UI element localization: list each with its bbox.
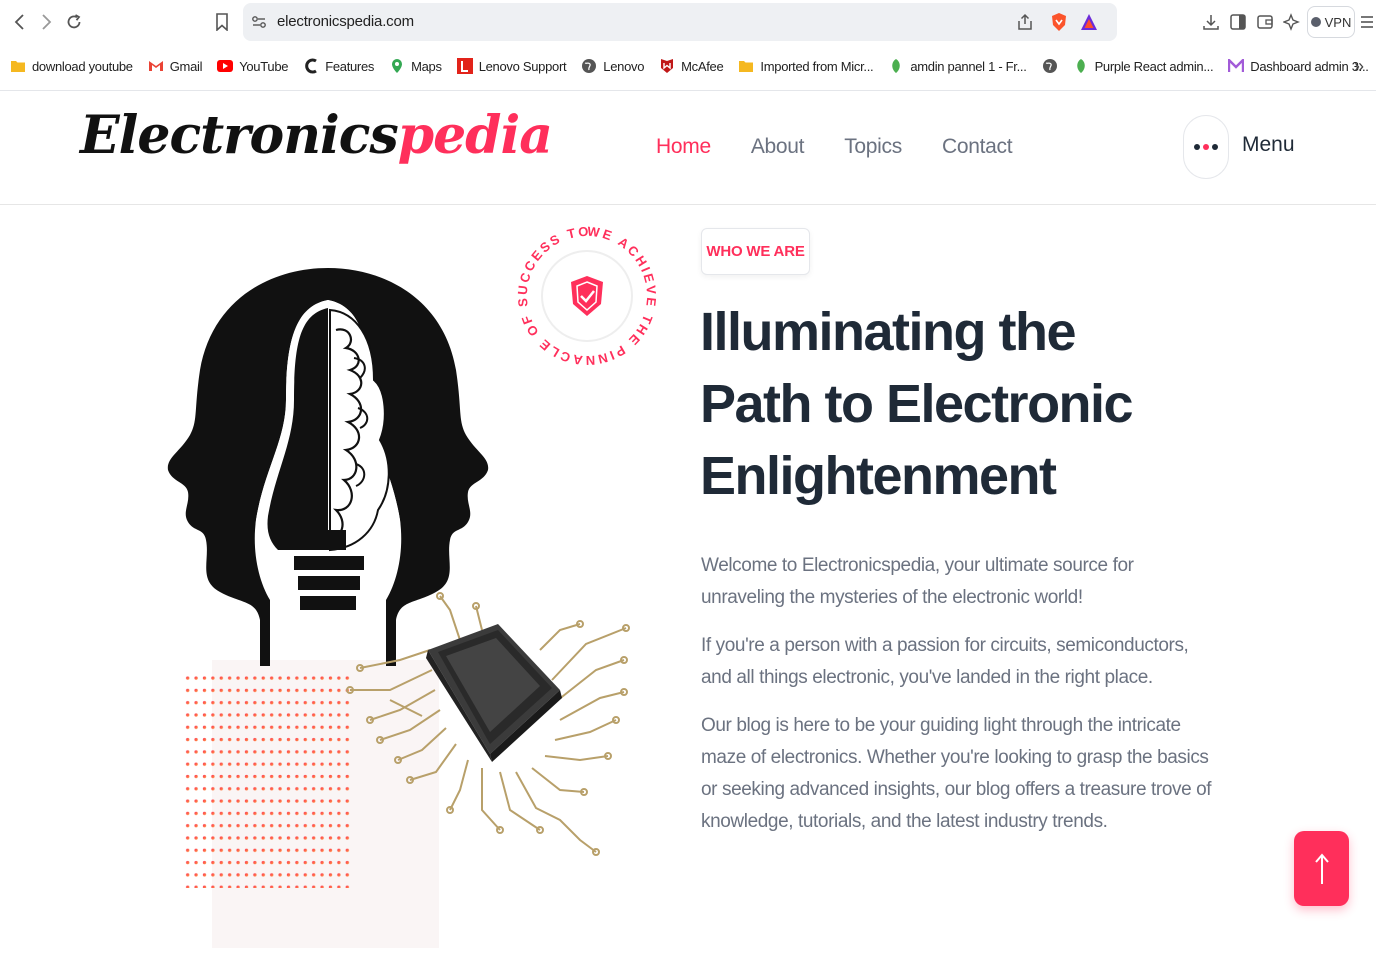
youtube-icon — [217, 58, 234, 74]
leaf-icon — [1073, 58, 1089, 74]
leaf-icon — [888, 58, 904, 74]
folder-icon — [738, 58, 754, 74]
nav-contact[interactable]: Contact — [942, 135, 1013, 159]
bookmark-item[interactable]: McAfee — [659, 58, 724, 74]
reload-icon[interactable] — [62, 10, 86, 34]
bookmark-item[interactable]: Dashboard admin 3... — [1228, 58, 1369, 74]
bookmark-item[interactable]: download youtube — [10, 58, 133, 74]
m-logo-icon — [1228, 58, 1245, 74]
bookmark-icon[interactable] — [210, 10, 234, 34]
mcafee-icon — [659, 58, 675, 74]
browser-menu-icon[interactable] — [1358, 10, 1376, 34]
menu-dot-icon — [1212, 144, 1218, 150]
bookmark-item[interactable]: YouTube — [217, 58, 288, 74]
bookmark-item[interactable]: amdin pannel 1 - Fr... — [888, 58, 1027, 74]
download-icon[interactable] — [1199, 10, 1223, 34]
hero-illustration: WE ACHIEVE THE PINNACLE OF SUCCESS TOGET… — [160, 220, 657, 948]
microchip-icon — [426, 624, 562, 762]
globe-icon — [1042, 58, 1058, 74]
share-icon[interactable] — [1015, 12, 1035, 32]
address-bar[interactable]: electronicspedia.com — [243, 3, 1117, 41]
globe-icon — [581, 58, 597, 74]
back-icon[interactable] — [8, 10, 32, 34]
bookmark-item[interactable]: Purple React admin... — [1073, 58, 1214, 74]
nav-topics[interactable]: Topics — [844, 135, 902, 159]
nav-home[interactable]: Home — [656, 135, 711, 159]
site-header: Electronicspedia Home About Topics Conta… — [0, 91, 1376, 205]
lenovo-support-icon — [456, 58, 473, 74]
menu-label[interactable]: Menu — [1242, 133, 1295, 157]
more-bookmarks-icon[interactable]: » — [1354, 56, 1364, 77]
menu-dot-icon — [1194, 144, 1200, 150]
bookmark-item[interactable]: Gmail — [148, 58, 202, 74]
brave-shield-icon[interactable] — [1049, 12, 1069, 32]
leo-ai-icon[interactable] — [1280, 10, 1304, 34]
browser-toolbar: electronicspedia.com VPN — [0, 0, 1376, 44]
gmail-icon — [148, 58, 164, 74]
intro-paragraph: Welcome to Electronicspedia, your ultima… — [701, 555, 1134, 608]
nav-about[interactable]: About — [751, 135, 805, 159]
vpn-button[interactable]: VPN — [1307, 6, 1355, 38]
forward-icon[interactable] — [34, 10, 58, 34]
menu-dots-button[interactable] — [1183, 115, 1229, 179]
blog-paragraph: Our blog is here to be your guiding ligh… — [701, 715, 1212, 832]
bookmark-item[interactable]: Maps — [389, 58, 442, 74]
bookmarks-bar: download youtube Gmail YouTube Features … — [0, 50, 1376, 82]
url-text[interactable]: electronicspedia.com — [277, 13, 414, 30]
arrow-up-icon — [1314, 852, 1329, 884]
hero-title: Illuminating the Path to Electronic Enli… — [700, 302, 1134, 506]
brave-rewards-icon[interactable] — [1079, 12, 1099, 32]
bookmark-item[interactable]: Lenovo — [581, 58, 644, 74]
site-settings-icon[interactable] — [249, 12, 269, 32]
bookmark-item[interactable]: Imported from Micr... — [738, 58, 874, 74]
main-nav: Home About Topics Contact — [656, 135, 1013, 159]
vpn-status-icon — [1310, 17, 1321, 27]
logo-text: Electronicspedia — [80, 105, 553, 166]
site-logo[interactable]: Electronicspedia — [80, 99, 553, 199]
who-we-are-badge: WHO WE ARE — [701, 228, 810, 275]
bookmark-item[interactable]: Lenovo Support — [456, 58, 567, 74]
menu-dot-icon — [1203, 144, 1209, 150]
dot-grid-pattern — [182, 676, 352, 888]
bulb-heads-icon — [167, 268, 489, 666]
passion-paragraph: If you're a person with a passion for ci… — [701, 635, 1189, 688]
vpn-label: VPN — [1324, 14, 1352, 30]
maps-icon — [389, 58, 405, 74]
bookmark-item[interactable] — [1042, 58, 1058, 74]
folder-icon — [10, 58, 26, 74]
sidebar-icon[interactable] — [1226, 10, 1250, 34]
features-icon — [303, 58, 319, 74]
scroll-to-top-button[interactable] — [1294, 831, 1349, 906]
bookmark-item[interactable]: Features — [303, 58, 374, 74]
wallet-icon[interactable] — [1253, 10, 1277, 34]
